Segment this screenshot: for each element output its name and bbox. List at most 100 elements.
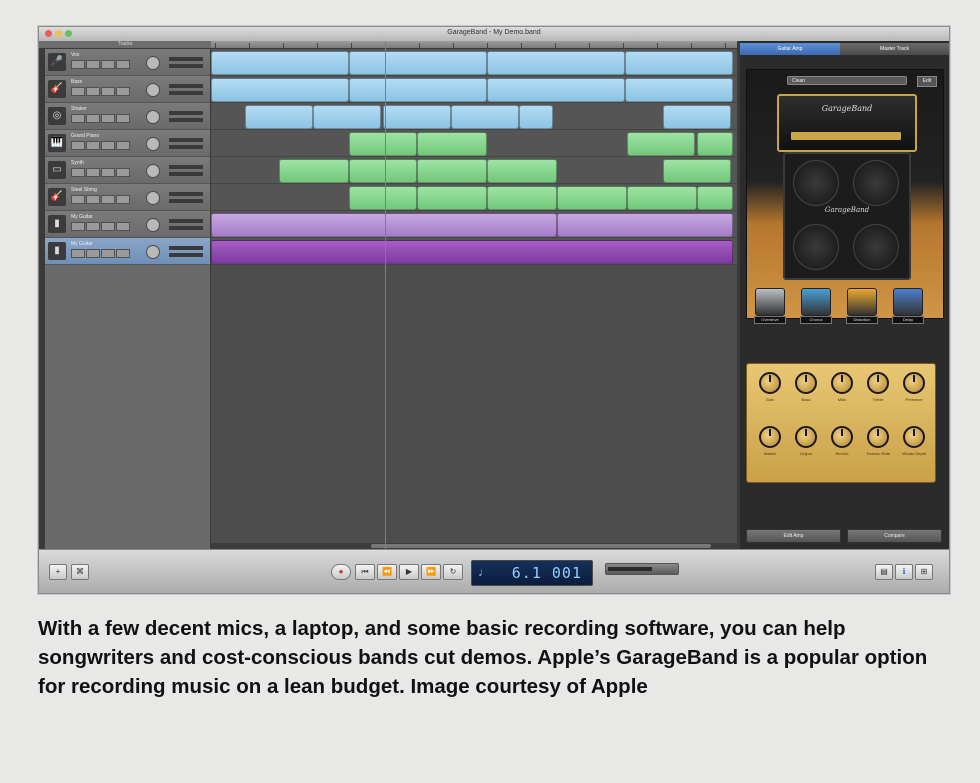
track-volume-slider[interactable] <box>169 84 203 88</box>
solo-button[interactable] <box>101 141 115 150</box>
audio-region[interactable] <box>349 78 487 102</box>
fast-forward-button[interactable]: ⏩ <box>421 564 441 580</box>
stompbox-pedal[interactable] <box>755 288 785 316</box>
master-volume-slider[interactable] <box>605 563 679 575</box>
track-header-row[interactable]: ◎ Shaker <box>45 103 210 130</box>
playhead[interactable] <box>385 41 386 549</box>
rewind-button[interactable]: ⏪ <box>377 564 397 580</box>
audio-region[interactable] <box>557 186 627 210</box>
record-enable-button[interactable] <box>71 195 85 204</box>
pan-knob[interactable] <box>146 164 160 178</box>
audio-region[interactable] <box>697 132 733 156</box>
audio-region[interactable] <box>627 186 697 210</box>
compare-button[interactable]: Compare <box>847 529 942 543</box>
add-track-button[interactable]: + <box>49 564 67 580</box>
lock-button[interactable] <box>116 222 130 231</box>
track-volume-slider[interactable] <box>169 57 203 61</box>
pan-knob[interactable] <box>146 191 160 205</box>
audio-region[interactable] <box>417 186 487 210</box>
mute-button[interactable] <box>86 114 100 123</box>
audio-region[interactable] <box>245 105 313 129</box>
loop-browser-button[interactable]: ⌘ <box>71 564 89 580</box>
track-lane[interactable] <box>211 49 737 76</box>
record-enable-button[interactable] <box>71 249 85 258</box>
audio-region[interactable] <box>557 213 733 237</box>
mute-button[interactable] <box>86 222 100 231</box>
audio-region[interactable] <box>211 213 557 237</box>
stompbox-pedal[interactable] <box>893 288 923 316</box>
stompbox-pedal[interactable] <box>801 288 831 316</box>
pan-knob[interactable] <box>146 245 160 259</box>
cycle-button[interactable]: ↻ <box>443 564 463 580</box>
record-enable-button[interactable] <box>71 141 85 150</box>
lock-button[interactable] <box>116 114 130 123</box>
record-button[interactable]: ● <box>331 564 351 580</box>
audio-region[interactable] <box>663 159 731 183</box>
track-lane[interactable] <box>211 103 737 130</box>
track-lane[interactable] <box>211 157 737 184</box>
tab-master-track[interactable]: Master Track <box>840 43 949 55</box>
mute-button[interactable] <box>86 87 100 96</box>
track-header-row[interactable]: 🎤 Vox <box>45 49 210 76</box>
track-lane[interactable] <box>211 130 737 157</box>
track-header-row[interactable]: ▮ My Guitar <box>45 211 210 238</box>
solo-button[interactable] <box>101 249 115 258</box>
stompbox-pedal[interactable] <box>847 288 877 316</box>
track-header-row[interactable]: 🎸 Steel String <box>45 184 210 211</box>
track-volume-slider[interactable] <box>169 192 203 196</box>
audio-region[interactable] <box>487 159 557 183</box>
amp-knob[interactable] <box>903 372 925 394</box>
audio-region[interactable] <box>487 51 625 75</box>
record-enable-button[interactable] <box>71 60 85 69</box>
audio-region[interactable] <box>211 240 733 264</box>
audio-region[interactable] <box>349 132 417 156</box>
media-browser-button[interactable]: ⊞ <box>915 564 933 580</box>
track-volume-slider[interactable] <box>169 246 203 250</box>
mute-button[interactable] <box>86 168 100 177</box>
lcd-display[interactable]: ♩ 6.1 001 <box>471 560 593 586</box>
editor-view-button[interactable]: ▤ <box>875 564 893 580</box>
audio-region[interactable] <box>697 186 733 210</box>
audio-region[interactable] <box>211 51 349 75</box>
pan-knob[interactable] <box>146 110 160 124</box>
lock-button[interactable] <box>116 60 130 69</box>
audio-region[interactable] <box>417 132 487 156</box>
amp-knob[interactable] <box>795 372 817 394</box>
track-lane[interactable] <box>211 76 737 103</box>
record-enable-button[interactable] <box>71 222 85 231</box>
audio-region[interactable] <box>663 105 731 129</box>
amp-knob[interactable] <box>867 426 889 448</box>
lock-button[interactable] <box>116 249 130 258</box>
solo-button[interactable] <box>101 195 115 204</box>
track-lane[interactable] <box>211 184 737 211</box>
scrollbar-thumb[interactable] <box>371 544 711 548</box>
lock-button[interactable] <box>116 87 130 96</box>
solo-button[interactable] <box>101 114 115 123</box>
lock-button[interactable] <box>116 141 130 150</box>
track-header-row[interactable]: ▭ Synth <box>45 157 210 184</box>
info-button[interactable]: ℹ <box>895 564 913 580</box>
audio-region[interactable] <box>211 78 349 102</box>
track-header-row[interactable]: ▮ My Guitar <box>45 238 210 265</box>
audio-region[interactable] <box>349 51 487 75</box>
amp-knob[interactable] <box>759 426 781 448</box>
audio-region[interactable] <box>625 51 733 75</box>
audio-region[interactable] <box>279 159 349 183</box>
pan-knob[interactable] <box>146 137 160 151</box>
audio-region[interactable] <box>625 78 733 102</box>
arrange-area[interactable] <box>211 49 737 549</box>
audio-region[interactable] <box>627 132 695 156</box>
audio-region[interactable] <box>313 105 381 129</box>
audio-region[interactable] <box>487 186 557 210</box>
audio-region[interactable] <box>383 105 451 129</box>
track-volume-slider[interactable] <box>169 165 203 169</box>
mute-button[interactable] <box>86 141 100 150</box>
solo-button[interactable] <box>101 222 115 231</box>
play-button[interactable]: ▶ <box>399 564 419 580</box>
amp-knob[interactable] <box>831 372 853 394</box>
pan-knob[interactable] <box>146 218 160 232</box>
track-volume-slider[interactable] <box>169 219 203 223</box>
solo-button[interactable] <box>101 168 115 177</box>
amp-knob[interactable] <box>867 372 889 394</box>
track-volume-slider[interactable] <box>169 111 203 115</box>
